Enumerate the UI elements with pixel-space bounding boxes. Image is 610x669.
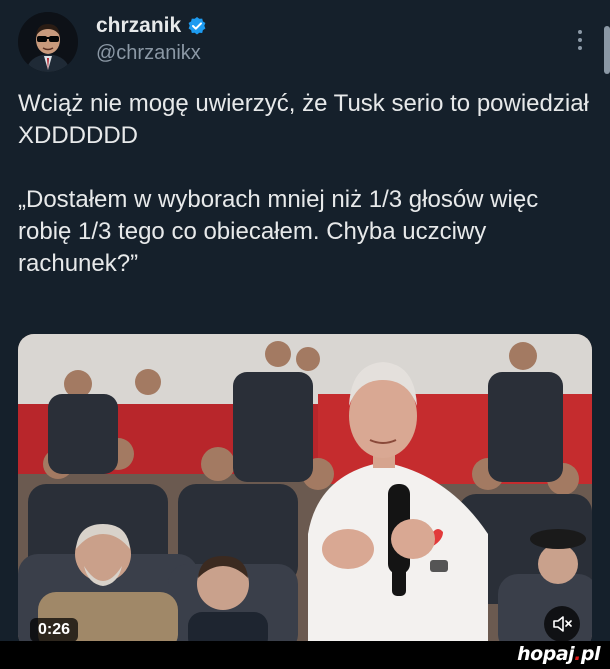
tweet-card: chrzanik @chrzanikx Wciąż nie mogę uwier… (0, 0, 610, 650)
volume-muted-icon[interactable] (544, 606, 580, 642)
more-options-icon[interactable] (568, 26, 592, 54)
watermark-bar: hopaj.pl (0, 641, 610, 669)
tweet-paragraph-1: Wciąż nie mogę uwierzyć, że Tusk serio t… (18, 90, 589, 149)
tweet-header: chrzanik @chrzanikx (18, 12, 592, 76)
video-player[interactable]: 0:26 (18, 334, 592, 650)
author-names: chrzanik @chrzanikx (96, 14, 207, 65)
site-watermark: hopaj.pl (517, 643, 600, 665)
video-frame (18, 334, 592, 650)
tweet-paragraph-2: „Dostałem w wyborach mniej niż 1/3 głosó… (18, 186, 539, 277)
video-duration: 0:26 (30, 618, 79, 642)
display-name[interactable]: chrzanik (96, 14, 181, 38)
handle[interactable]: @chrzanikx (96, 42, 207, 65)
avatar[interactable] (18, 12, 78, 72)
avatar-sunglasses-icon (18, 12, 78, 72)
display-name-row: chrzanik (96, 14, 207, 38)
tweet-text: Wciąż nie mogę uwierzyć, że Tusk serio t… (18, 88, 592, 280)
scrollbar[interactable] (604, 26, 610, 74)
verified-badge-icon (187, 16, 207, 36)
